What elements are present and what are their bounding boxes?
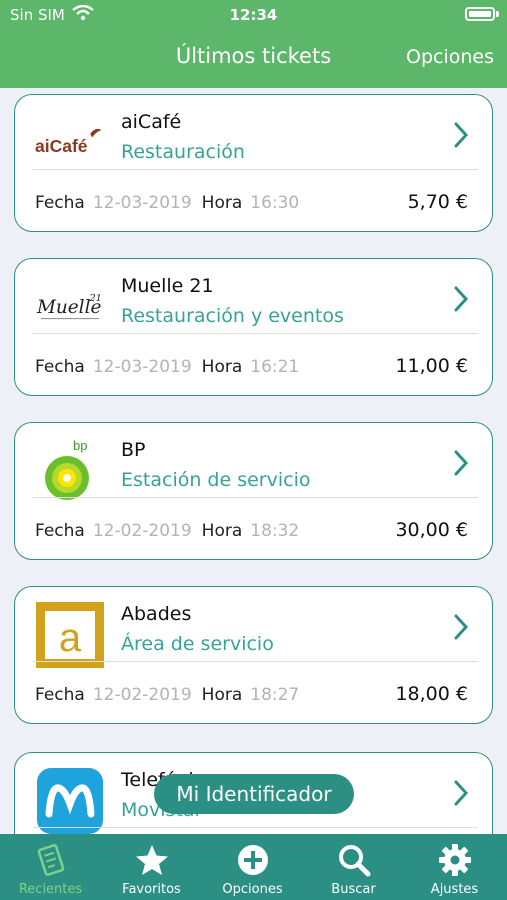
ticket-card[interactable]: bp BP Estación de servicio Fecha 12-02-2… (14, 422, 493, 560)
date-label: Fecha (35, 521, 85, 541)
ticket-date: 12-03-2019 (92, 193, 192, 213)
ticket-card[interactable]: a Abades Área de servicio Fecha 12-02-20… (14, 586, 493, 724)
status-bar: Sin SIM 12:34 (0, 0, 507, 30)
battery-icon (465, 7, 495, 21)
my-identifier-button[interactable]: Mi Identificador (154, 774, 354, 814)
battery-tip (496, 11, 499, 17)
ticket-name: Abades (121, 603, 192, 625)
ticket-card[interactable]: Muelle 21 Muelle 21 Restauración y event… (14, 258, 493, 396)
tab-buscar[interactable]: Buscar (303, 834, 404, 900)
divider (33, 333, 478, 334)
ticket-category: Estación de servicio (121, 469, 311, 491)
tab-recientes[interactable]: Recientes (0, 834, 101, 900)
divider (33, 827, 478, 828)
tab-label: Opciones (222, 882, 283, 897)
divider (33, 497, 478, 498)
clock: 12:34 (229, 6, 278, 24)
star-icon (135, 845, 168, 875)
tab-opciones[interactable]: Opciones (202, 834, 303, 900)
ticket-details: Fecha 12-03-2019 Hora 16:30 5,70 € (35, 191, 468, 213)
chevron-right-icon (454, 450, 469, 476)
ticket-category: Área de servicio (121, 633, 274, 655)
plus-circle-icon (237, 845, 268, 875)
muelle21-logo: Muelle 21 (35, 273, 105, 341)
tab-label: Recientes (18, 882, 83, 897)
chevron-right-icon (454, 614, 469, 640)
bp-logo-text: bp (73, 438, 87, 453)
divider (33, 169, 478, 170)
ticket-date: 12-02-2019 (92, 521, 192, 541)
date-label: Fecha (35, 357, 85, 377)
time-label: Hora (201, 193, 243, 213)
abades-logo-text: a (59, 616, 82, 660)
time-label: Hora (201, 685, 243, 705)
ticket-card[interactable]: aiCafé aiCafé Restauración Fecha 12-03-2… (14, 94, 493, 232)
movistar-logo (35, 767, 105, 834)
ticket-amount: 30,00 € (395, 519, 468, 541)
date-label: Fecha (35, 685, 85, 705)
aicafe-logo-text: aiCafé (35, 136, 88, 156)
ticket-list[interactable]: aiCafé aiCafé Restauración Fecha 12-03-2… (0, 88, 507, 834)
tab-label: Ajustes (430, 882, 479, 897)
ticket-time: 16:30 (250, 193, 300, 213)
chevron-right-icon (454, 122, 469, 148)
ticket-details: Fecha 12-03-2019 Hora 16:21 11,00 € (35, 355, 468, 377)
time-label: Hora (201, 357, 243, 377)
muelle-logo-number: 21 (88, 293, 101, 304)
ticket-name: Muelle 21 (121, 275, 214, 297)
bp-logo: bp (35, 437, 105, 505)
ticket-amount: 5,70 € (407, 191, 468, 213)
ticket-details: Fecha 12-02-2019 Hora 18:27 18,00 € (35, 683, 468, 705)
ticket-time: 18:27 (250, 685, 300, 705)
date-label: Fecha (35, 193, 85, 213)
ticket-name: aiCafé (121, 111, 182, 133)
receipt-icon (37, 844, 64, 876)
search-icon (338, 845, 370, 877)
chevron-right-icon (454, 286, 469, 312)
tab-bar: Recientes Favoritos Opciones Buscar Ajus… (0, 834, 507, 900)
ticket-details: Fecha 12-02-2019 Hora 18:32 30,00 € (35, 519, 468, 541)
tab-ajustes[interactable]: Ajustes (404, 834, 505, 900)
tab-label: Favoritos (122, 882, 181, 897)
gear-icon (438, 844, 471, 876)
ticket-amount: 11,00 € (395, 355, 468, 377)
options-button[interactable]: Opciones (406, 46, 494, 68)
ticket-time: 18:32 (250, 521, 300, 541)
aicafe-logo: aiCafé (35, 109, 105, 177)
ticket-category: Restauración (121, 141, 245, 163)
chevron-right-icon (454, 780, 469, 806)
ticket-time: 16:21 (250, 357, 300, 377)
ticket-name: BP (121, 439, 146, 461)
time-label: Hora (201, 521, 243, 541)
ticket-date: 12-03-2019 (92, 357, 192, 377)
tab-favoritos[interactable]: Favoritos (101, 834, 202, 900)
ticket-date: 12-02-2019 (92, 685, 192, 705)
divider (33, 661, 478, 662)
navigation-header: Sin SIM 12:34 Últimos tickets Opciones (0, 0, 507, 88)
tab-label: Buscar (331, 882, 376, 897)
abades-logo: a (35, 601, 105, 669)
ticket-amount: 18,00 € (395, 683, 468, 705)
ticket-category: Restauración y eventos (121, 305, 344, 327)
